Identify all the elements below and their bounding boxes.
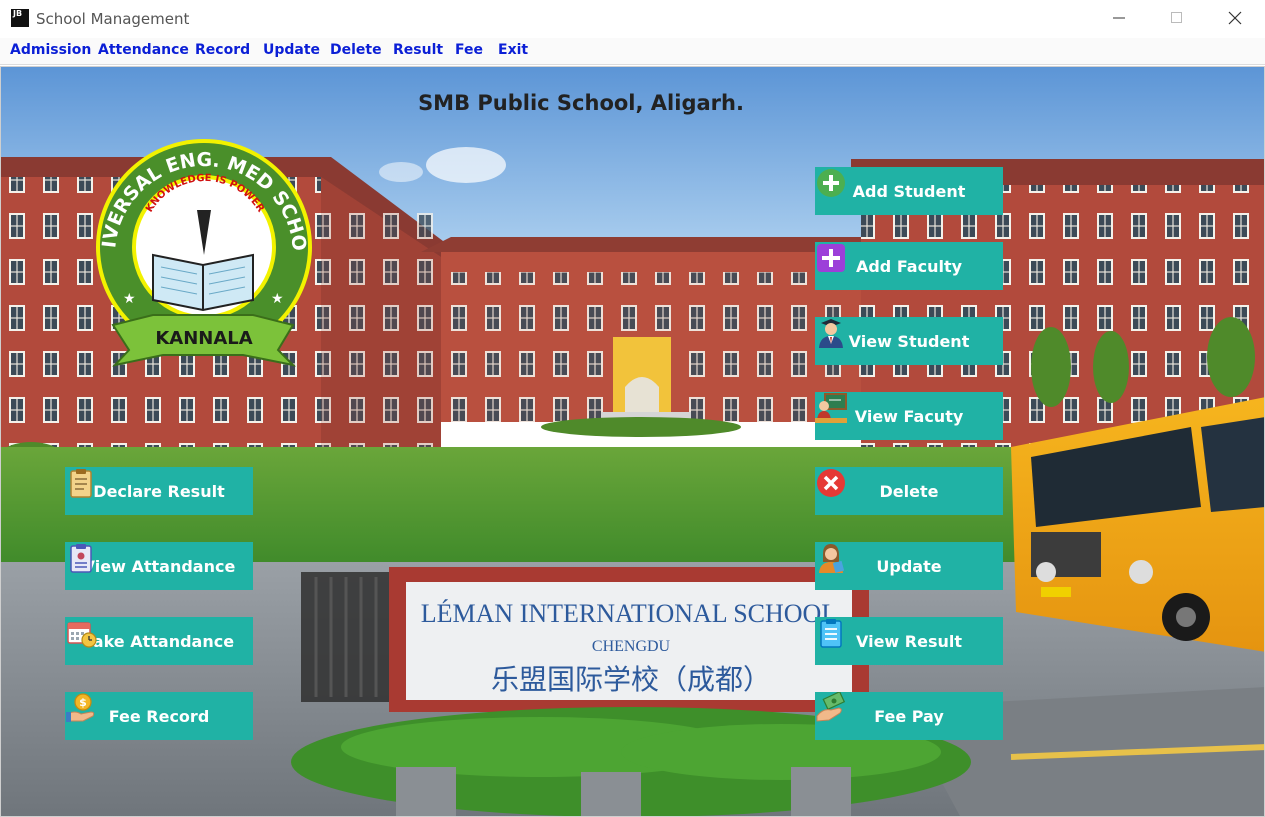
update-button[interactable]: Update [815,542,1003,590]
sign-line-2: CHENGDU [592,638,671,655]
cash-payment-icon [816,692,846,722]
student-icon [819,319,843,348]
fee-pay-button[interactable]: Fee Pay [815,692,1003,740]
declare-result-label: Declare Result [93,481,225,501]
delete-x-icon [817,469,845,497]
calendar-clock-icon [67,622,97,648]
menu-delete[interactable]: Delete [330,42,382,58]
plus-circle-icon [817,169,845,197]
menu-attendance[interactable]: Attendance [98,42,189,58]
take-attendance-button[interactable]: Take Attandance [65,617,253,665]
delete-button[interactable]: Delete [815,467,1003,515]
minimize-icon [1113,17,1125,19]
update-label: Update [876,556,942,576]
sign-line-1: LÉMAN INTERNATIONAL SCHOOL [421,599,837,628]
sign-line-3: 乐盟国际学校（成都） [491,663,771,696]
delete-label: Delete [879,481,939,501]
maximize-button[interactable] [1148,0,1206,36]
close-button[interactable] [1206,0,1264,36]
declare-result-button[interactable]: Declare Result [65,467,253,515]
minimize-button[interactable] [1090,0,1148,36]
add-student-button[interactable]: Add Student [815,167,1003,215]
fee-record-button[interactable]: Fee Record $ [65,692,253,740]
menu-fee[interactable]: Fee [455,42,483,58]
view-result-label: View Result [855,631,962,651]
add-faculty-button[interactable]: Add Faculty [815,242,1003,290]
person-update-icon [819,544,845,573]
add-faculty-label: Add Faculty [855,256,963,276]
take-attendance-label: Take Attandance [83,631,235,651]
menu-record[interactable]: Record [195,42,250,58]
menu-admission[interactable]: Admission [10,42,91,58]
attendance-sheet-icon [70,544,92,573]
menu-result[interactable]: Result [393,42,443,58]
svg-text:★: ★ [123,290,136,306]
view-student-button[interactable]: View Student [815,317,1003,365]
fee-pay-label: Fee Pay [874,706,944,726]
plus-square-icon [817,244,845,272]
menu-bar: Admission Attendance Record Update Delet… [0,38,1265,65]
add-student-label: Add Student [852,181,966,201]
main-panel: LÉMAN INTERNATIONAL SCHOOL CHENGDU 乐盟国际学… [0,66,1265,817]
view-faculty-label: View Facuty [854,406,964,426]
logo-place: KANNALA [155,328,252,349]
close-icon [1228,11,1242,25]
school-logo: UNIVERSAL ENG. MED SCHOOL KNOWLEDGE IS P… [93,135,315,367]
view-student-label: View Student [848,331,970,351]
school-name-title: SMB Public School, Aligarh. [418,91,744,115]
app-icon: JB [11,9,29,27]
view-attendance-label: View Attandance [82,556,236,576]
view-attendance-button[interactable]: View Attandance [65,542,253,590]
menu-update[interactable]: Update [263,42,320,58]
list-clipboard-icon [820,619,842,648]
view-result-button[interactable]: View Result [815,617,1003,665]
clipboard-icon [70,469,92,498]
money-hand-icon: $ [66,693,95,722]
window-title: School Management [36,10,190,28]
teacher-icon [815,393,847,423]
view-faculty-button[interactable]: View Facuty [815,392,1003,440]
svg-text:$: $ [79,696,87,709]
svg-text:★: ★ [271,290,284,306]
maximize-icon [1171,12,1182,23]
fee-record-label: Fee Record [108,706,210,726]
menu-exit[interactable]: Exit [498,42,528,58]
title-bar: JB School Management [0,0,1265,38]
